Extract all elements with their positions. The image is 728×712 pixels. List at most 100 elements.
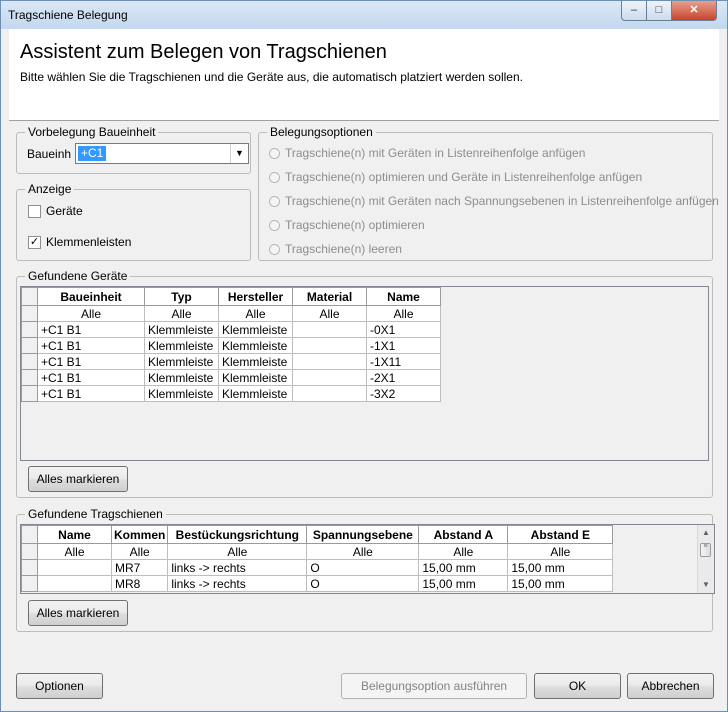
table-cell[interactable]: 15,00 mm bbox=[507, 575, 614, 592]
column-header[interactable]: Bestückungsrichtung bbox=[167, 525, 308, 544]
column-header[interactable]: Name bbox=[366, 287, 441, 306]
table-cell[interactable]: +C1 B1 bbox=[37, 369, 145, 386]
filter-cell[interactable]: Alle bbox=[144, 305, 219, 322]
table-cell[interactable]: links -> rechts bbox=[167, 575, 308, 592]
filter-cell[interactable]: Alle bbox=[218, 305, 293, 322]
table-cell[interactable]: -1X11 bbox=[366, 353, 441, 370]
tragschienen-grid[interactable]: Name Kommen Bestückungsrichtung Spannung… bbox=[20, 524, 715, 594]
filter-cell[interactable]: Alle bbox=[418, 543, 509, 560]
table-cell[interactable]: -2X1 bbox=[366, 369, 441, 386]
radio-icon[interactable] bbox=[269, 172, 280, 183]
table-cell[interactable]: Klemmleiste bbox=[218, 385, 293, 402]
vertical-scrollbar[interactable]: ▲ ≡ ▼ bbox=[697, 525, 714, 593]
radio-icon[interactable] bbox=[269, 244, 280, 255]
table-row[interactable]: +C1 B1 Klemmleiste Klemmleiste -3X2 bbox=[21, 385, 441, 402]
radio-icon[interactable] bbox=[269, 148, 280, 159]
table-cell[interactable] bbox=[37, 559, 112, 576]
column-header[interactable]: Hersteller bbox=[218, 287, 293, 306]
table-cell[interactable]: 15,00 mm bbox=[418, 575, 509, 592]
table-cell[interactable]: 15,00 mm bbox=[418, 559, 509, 576]
scroll-down-icon[interactable]: ▼ bbox=[698, 577, 714, 593]
row-header[interactable] bbox=[21, 369, 38, 386]
radio-icon[interactable] bbox=[269, 220, 280, 231]
maximize-button[interactable]: □ bbox=[646, 1, 672, 21]
table-cell[interactable]: MR8 bbox=[110, 575, 169, 592]
column-header[interactable]: Material bbox=[292, 287, 367, 306]
row-header[interactable] bbox=[21, 353, 38, 370]
geraete-grid[interactable]: Baueinheit Typ Hersteller Material Name … bbox=[20, 286, 709, 461]
column-header[interactable]: Typ bbox=[144, 287, 219, 306]
alles-markieren-geraete-button[interactable]: Alles markieren bbox=[28, 466, 128, 492]
table-cell[interactable]: Klemmleiste bbox=[144, 369, 219, 386]
row-header[interactable] bbox=[21, 305, 38, 322]
radio-icon[interactable] bbox=[269, 196, 280, 207]
table-cell[interactable]: -1X1 bbox=[366, 337, 441, 354]
title-bar[interactable]: Tragschiene Belegung – □ ✕ bbox=[1, 1, 727, 29]
table-cell[interactable] bbox=[292, 369, 367, 386]
table-cell[interactable]: -0X1 bbox=[366, 321, 441, 338]
table-cell[interactable]: links -> rechts bbox=[167, 559, 308, 576]
filter-cell[interactable]: Alle bbox=[37, 305, 145, 322]
table-cell[interactable]: Klemmleiste bbox=[144, 385, 219, 402]
table-cell[interactable]: Klemmleiste bbox=[218, 337, 293, 354]
column-header[interactable]: Name bbox=[37, 525, 112, 544]
table-row[interactable]: +C1 B1 Klemmleiste Klemmleiste -2X1 bbox=[21, 369, 441, 386]
filter-cell[interactable]: Alle bbox=[366, 305, 441, 322]
table-cell[interactable]: +C1 B1 bbox=[37, 385, 145, 402]
table-cell[interactable]: Klemmleiste bbox=[144, 353, 219, 370]
table-cell[interactable]: Klemmleiste bbox=[218, 321, 293, 338]
table-cell[interactable]: +C1 B1 bbox=[37, 321, 145, 338]
baueinheit-combobox[interactable]: +C1 ▼ bbox=[75, 143, 249, 164]
row-header[interactable] bbox=[21, 559, 38, 576]
scroll-thumb[interactable]: ≡ bbox=[700, 543, 711, 557]
table-cell[interactable]: O bbox=[306, 559, 420, 576]
column-header[interactable]: Abstand A bbox=[418, 525, 509, 544]
row-header[interactable] bbox=[21, 321, 38, 338]
table-cell[interactable]: MR7 bbox=[110, 559, 169, 576]
row-header[interactable] bbox=[21, 543, 38, 560]
row-header[interactable] bbox=[21, 385, 38, 402]
table-cell[interactable] bbox=[292, 353, 367, 370]
close-button[interactable]: ✕ bbox=[671, 1, 717, 21]
table-cell[interactable]: 15,00 mm bbox=[507, 559, 614, 576]
filter-cell[interactable]: Alle bbox=[110, 543, 169, 560]
column-header[interactable]: Abstand E bbox=[507, 525, 614, 544]
filter-cell[interactable]: Alle bbox=[167, 543, 308, 560]
filter-cell[interactable]: Alle bbox=[507, 543, 614, 560]
table-cell[interactable] bbox=[292, 337, 367, 354]
table-row[interactable]: MR8 links -> rechts O 15,00 mm 15,00 mm bbox=[21, 575, 614, 592]
minimize-button[interactable]: – bbox=[621, 1, 647, 21]
belegungsoption-ausfuehren-button[interactable]: Belegungsoption ausführen bbox=[341, 673, 527, 699]
table-cell[interactable] bbox=[37, 575, 112, 592]
column-header[interactable]: Kommen bbox=[110, 525, 169, 544]
alles-markieren-tragschienen-button[interactable]: Alles markieren bbox=[28, 600, 128, 626]
chevron-down-icon[interactable]: ▼ bbox=[230, 144, 248, 163]
table-cell[interactable]: Klemmleiste bbox=[218, 369, 293, 386]
abbrechen-button[interactable]: Abbrechen bbox=[627, 673, 714, 699]
table-cell[interactable]: Klemmleiste bbox=[218, 353, 293, 370]
table-row[interactable]: MR7 links -> rechts O 15,00 mm 15,00 mm bbox=[21, 559, 614, 576]
table-cell[interactable]: O bbox=[306, 575, 420, 592]
column-header[interactable]: Spannungsebene bbox=[306, 525, 420, 544]
scroll-up-icon[interactable]: ▲ bbox=[698, 525, 714, 541]
optionen-button[interactable]: Optionen bbox=[16, 673, 103, 699]
table-row[interactable]: +C1 B1 Klemmleiste Klemmleiste -1X11 bbox=[21, 353, 441, 370]
table-cell[interactable]: -3X2 bbox=[366, 385, 441, 402]
table-row[interactable]: +C1 B1 Klemmleiste Klemmleiste -0X1 bbox=[21, 321, 441, 338]
table-cell[interactable] bbox=[292, 321, 367, 338]
table-row[interactable]: +C1 B1 Klemmleiste Klemmleiste -1X1 bbox=[21, 337, 441, 354]
table-cell[interactable]: +C1 B1 bbox=[37, 337, 145, 354]
table-cell[interactable] bbox=[292, 385, 367, 402]
filter-cell[interactable]: Alle bbox=[306, 543, 420, 560]
filter-cell[interactable]: Alle bbox=[37, 543, 112, 560]
table-cell[interactable]: +C1 B1 bbox=[37, 353, 145, 370]
table-cell[interactable]: Klemmleiste bbox=[144, 337, 219, 354]
row-header[interactable] bbox=[21, 575, 38, 592]
filter-cell[interactable]: Alle bbox=[292, 305, 367, 322]
table-cell[interactable]: Klemmleiste bbox=[144, 321, 219, 338]
geraete-checkbox-box[interactable] bbox=[28, 205, 41, 218]
row-header[interactable] bbox=[21, 337, 38, 354]
ok-button[interactable]: OK bbox=[534, 673, 621, 699]
check-icon[interactable]: ✓ bbox=[28, 236, 41, 249]
column-header[interactable]: Baueinheit bbox=[37, 287, 145, 306]
